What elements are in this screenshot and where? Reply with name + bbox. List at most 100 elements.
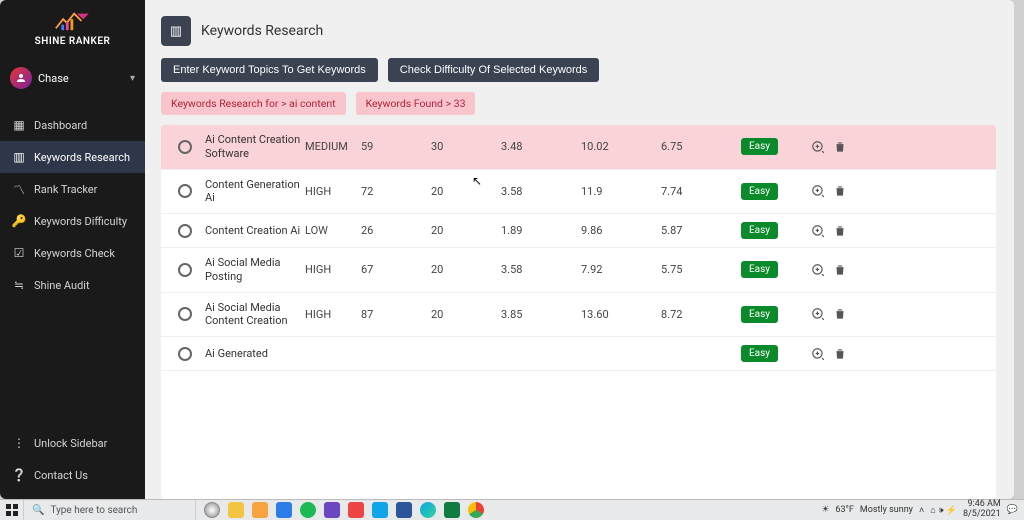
nav-unlock-sidebar[interactable]: ⋮Unlock Sidebar <box>0 427 145 459</box>
metric-cell: 3.58 <box>501 185 581 198</box>
metric-cell: 20 <box>431 224 501 237</box>
metric-cell: 26 <box>361 224 431 237</box>
metric-cell: 10.02 <box>581 140 661 153</box>
nav: ▦Dashboard ▥Keywords Research 〽Rank Trac… <box>0 109 145 301</box>
row-select-radio[interactable] <box>178 140 192 154</box>
metric-cell: 67 <box>361 263 431 276</box>
weather-text: Mostly sunny <box>860 505 913 515</box>
row-select-radio[interactable] <box>178 307 192 321</box>
avatar-icon <box>10 67 32 89</box>
taskview-icon[interactable] <box>204 502 220 518</box>
taskbar-tray[interactable]: ☀ 63°F Mostly sunny ˄ ⌂ 🕩 ⚡ 9:46 AM 8/5/… <box>815 500 1024 520</box>
row-select-radio[interactable] <box>178 263 192 277</box>
difficulty-badge: Easy <box>741 138 778 155</box>
nav-keywords-difficulty[interactable]: 🔑Keywords Difficulty <box>0 205 145 237</box>
logo-area: SHINE RANKER <box>0 0 145 53</box>
metric-cell: 1.89 <box>501 224 581 237</box>
search-icon: 🔍 <box>32 505 44 516</box>
table-row[interactable]: Ai Social Media Content CreationHIGH8720… <box>161 293 996 338</box>
keyword-cell: Ai Social Media Posting <box>205 256 305 284</box>
nav-shine-audit[interactable]: ≒Shine Audit <box>0 269 145 301</box>
table-row[interactable]: Ai Social Media PostingHIGH67203.587.925… <box>161 248 996 293</box>
row-select-radio[interactable] <box>178 224 192 238</box>
user-menu[interactable]: Chase ▾ <box>0 53 145 103</box>
nav-keywords-research[interactable]: ▥Keywords Research <box>0 141 145 173</box>
nav-rank-tracker[interactable]: 〽Rank Tracker <box>0 173 145 205</box>
add-icon[interactable] <box>811 184 825 198</box>
enter-topics-button[interactable]: Enter Keyword Topics To Get Keywords <box>161 58 378 82</box>
delete-icon[interactable] <box>833 184 847 198</box>
metric-cell: 5.87 <box>661 224 741 237</box>
chart-icon: ▥ <box>12 150 26 164</box>
folder-icon[interactable] <box>252 502 268 518</box>
app-icon-3[interactable] <box>372 502 388 518</box>
word-icon[interactable] <box>396 502 412 518</box>
bottom-nav: ⋮Unlock Sidebar ❔Contact Us <box>0 427 145 499</box>
add-icon[interactable] <box>811 307 825 321</box>
help-icon: ❔ <box>12 468 26 482</box>
taskbar-pinned <box>196 502 492 518</box>
keyword-cell: Ai Generated <box>205 347 305 361</box>
key-icon: 🔑 <box>12 214 26 228</box>
tray-chevron-icon[interactable]: ˄ <box>919 505 924 516</box>
nav-contact-us[interactable]: ❔Contact Us <box>0 459 145 491</box>
trend-icon: 〽 <box>12 182 26 196</box>
chrome-icon[interactable] <box>468 502 484 518</box>
delete-icon[interactable] <box>833 347 847 361</box>
difficulty-badge: Easy <box>741 306 778 323</box>
metric-cell: 59 <box>361 140 431 153</box>
table-row[interactable]: Ai Content Creation SoftwareMEDIUM59303.… <box>161 125 996 170</box>
difficulty-badge: Easy <box>741 222 778 239</box>
app-icon-2[interactable] <box>348 502 364 518</box>
excel-icon[interactable] <box>444 502 460 518</box>
add-icon[interactable] <box>811 263 825 277</box>
check-difficulty-button[interactable]: Check Difficulty Of Selected Keywords <box>388 58 599 82</box>
start-button[interactable] <box>0 500 24 520</box>
search-placeholder: Type here to search <box>50 505 137 516</box>
page-header: ▥ Keywords Research <box>161 10 1002 50</box>
chevron-down-icon: ▾ <box>130 73 135 84</box>
metric-cell: 7.92 <box>581 263 661 276</box>
metric-cell: 11.9 <box>581 185 661 198</box>
metric-cell: 87 <box>361 308 431 321</box>
delete-icon[interactable] <box>833 224 847 238</box>
user-name: Chase <box>38 72 124 85</box>
table-row[interactable]: Content Creation AiLOW26201.899.865.87Ea… <box>161 214 996 248</box>
explorer-icon[interactable] <box>228 502 244 518</box>
mail-icon[interactable] <box>276 502 292 518</box>
weather-temp: 63°F <box>835 505 853 515</box>
add-icon[interactable] <box>811 140 825 154</box>
taskbar: 🔍 Type here to search ☀ 63°F Mostly sunny… <box>0 499 1024 520</box>
spotify-icon[interactable] <box>300 502 316 518</box>
keyword-cell: Content Generation Ai <box>205 178 305 206</box>
row-select-radio[interactable] <box>178 184 192 198</box>
clock-date: 8/5/2021 <box>963 510 1001 520</box>
delete-icon[interactable] <box>833 140 847 154</box>
nav-keywords-check[interactable]: ☑Keywords Check <box>0 237 145 269</box>
table-row[interactable]: Ai GeneratedEasy <box>161 337 996 371</box>
table-row[interactable]: Content Generation AiHIGH72203.5811.97.7… <box>161 170 996 215</box>
keywords-table[interactable]: Ai Content Creation SoftwareMEDIUM59303.… <box>161 125 996 499</box>
metric-cell: 6.75 <box>661 140 741 153</box>
page-icon: ▥ <box>161 16 191 46</box>
row-select-radio[interactable] <box>178 347 192 361</box>
competition-cell: MEDIUM <box>305 140 361 153</box>
app-icon-1[interactable] <box>324 502 340 518</box>
metric-cell: 3.48 <box>501 140 581 153</box>
metric-cell: 8.72 <box>661 308 741 321</box>
app-window: SHINE RANKER Chase ▾ ▦Dashboard ▥Keyword… <box>0 0 1014 499</box>
delete-icon[interactable] <box>833 307 847 321</box>
competition-cell: HIGH <box>305 308 361 321</box>
keyword-cell: Ai Content Creation Software <box>205 133 305 161</box>
add-icon[interactable] <box>811 347 825 361</box>
edge-icon[interactable] <box>420 502 436 518</box>
nav-dashboard[interactable]: ▦Dashboard <box>0 109 145 141</box>
taskbar-search[interactable]: 🔍 Type here to search <box>24 500 196 520</box>
weather-icon: ☀ <box>821 505 829 515</box>
notifications-icon[interactable]: 💬 <box>1007 505 1018 515</box>
dots-icon: ⋮ <box>12 436 26 450</box>
sliders-icon: ≒ <box>12 278 26 292</box>
add-icon[interactable] <box>811 224 825 238</box>
chip-keywords-found: Keywords Found > 33 <box>356 92 476 115</box>
delete-icon[interactable] <box>833 263 847 277</box>
